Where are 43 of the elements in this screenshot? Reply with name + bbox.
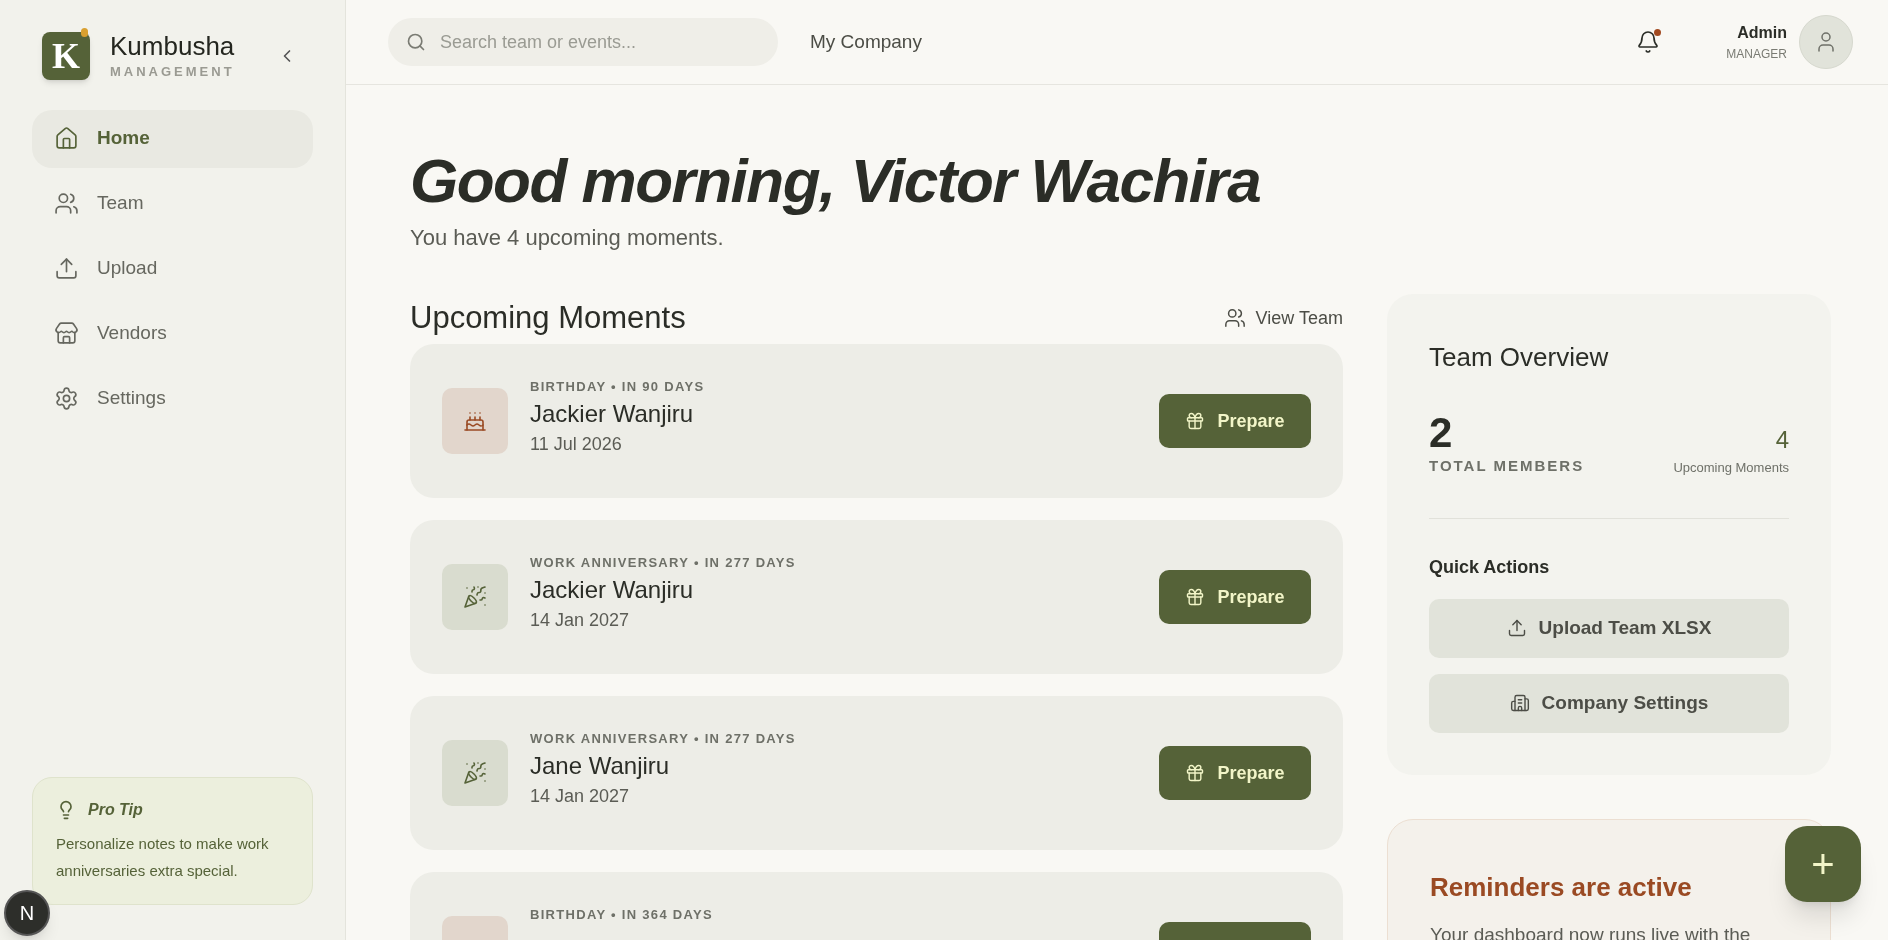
brand-tagline: MANAGEMENT xyxy=(110,63,236,81)
nav-item[interactable]: Upload xyxy=(32,239,313,298)
person-name: Jackier Wanjiru xyxy=(530,398,695,429)
moment-label: WORK ANNIVERSARY • IN 277 DAYS xyxy=(530,730,797,748)
brand-name: Kumbusha xyxy=(110,30,236,62)
add-button[interactable]: + xyxy=(1785,826,1861,902)
moment-date: 11 Jul 2026 xyxy=(530,432,623,456)
quick-actions-title: Quick Actions xyxy=(1429,555,1551,579)
nav-item[interactable]: Vendors xyxy=(32,304,313,363)
reminders-text: Your dashboard now runs live with the xyxy=(1430,922,1752,940)
total-members-label: TOTAL MEMBERS xyxy=(1429,456,1585,476)
nav-item[interactable]: Team xyxy=(32,174,313,233)
reminders-title: Reminders are active xyxy=(1430,870,1693,904)
moment-date: 14 Jan 2027 xyxy=(530,784,631,808)
moment-date: 14 Jan 2027 xyxy=(530,608,631,632)
search-field[interactable]: Search team or events... xyxy=(388,18,778,66)
upcoming-label: Upcoming Moments xyxy=(1673,459,1789,477)
person-name: Jackier Wanjiru xyxy=(530,574,695,605)
total-members-count: 2 xyxy=(1429,411,1454,455)
user-role: MANAGER xyxy=(1726,46,1787,63)
company-name: My Company xyxy=(810,29,922,54)
quick-action-button[interactable]: Company Settings xyxy=(1429,673,1789,733)
view-team-link[interactable]: View Team xyxy=(1223,304,1343,332)
person-name: Jane Wanjiru xyxy=(530,750,671,781)
greeting-subtitle: You have 4 upcoming moments. xyxy=(410,224,725,252)
prepare-button[interactable]: Prepare xyxy=(1159,746,1311,800)
nav-item[interactable]: Settings xyxy=(32,369,313,428)
pro-tip-title: Pro Tip xyxy=(88,800,143,820)
logo-icon: K xyxy=(42,31,90,80)
prepare-button[interactable]: Prepare xyxy=(1159,570,1311,624)
prepare-button[interactable]: Prepare xyxy=(1159,394,1311,448)
section-title: Upcoming Moments xyxy=(410,298,686,337)
greeting-title: Good morning, Victor Wachira xyxy=(410,145,1262,217)
user-name: Admin xyxy=(1737,23,1787,43)
dev-badge[interactable]: N xyxy=(4,890,50,936)
pro-tip-text: Personalize notes to make work anniversaries extra special. xyxy=(56,834,270,881)
quick-action-button[interactable]: Upload Team XLSX xyxy=(1429,598,1789,658)
card-title: Team Overview xyxy=(1429,341,1610,374)
nav-item[interactable]: Home xyxy=(32,109,313,168)
upcoming-count: 4 xyxy=(1775,425,1789,455)
moment-label: WORK ANNIVERSARY • IN 277 DAYS xyxy=(530,554,797,572)
moment-label: BIRTHDAY • IN 90 DAYS xyxy=(530,378,706,396)
moment-label: BIRTHDAY • IN 364 DAYS xyxy=(530,906,714,924)
